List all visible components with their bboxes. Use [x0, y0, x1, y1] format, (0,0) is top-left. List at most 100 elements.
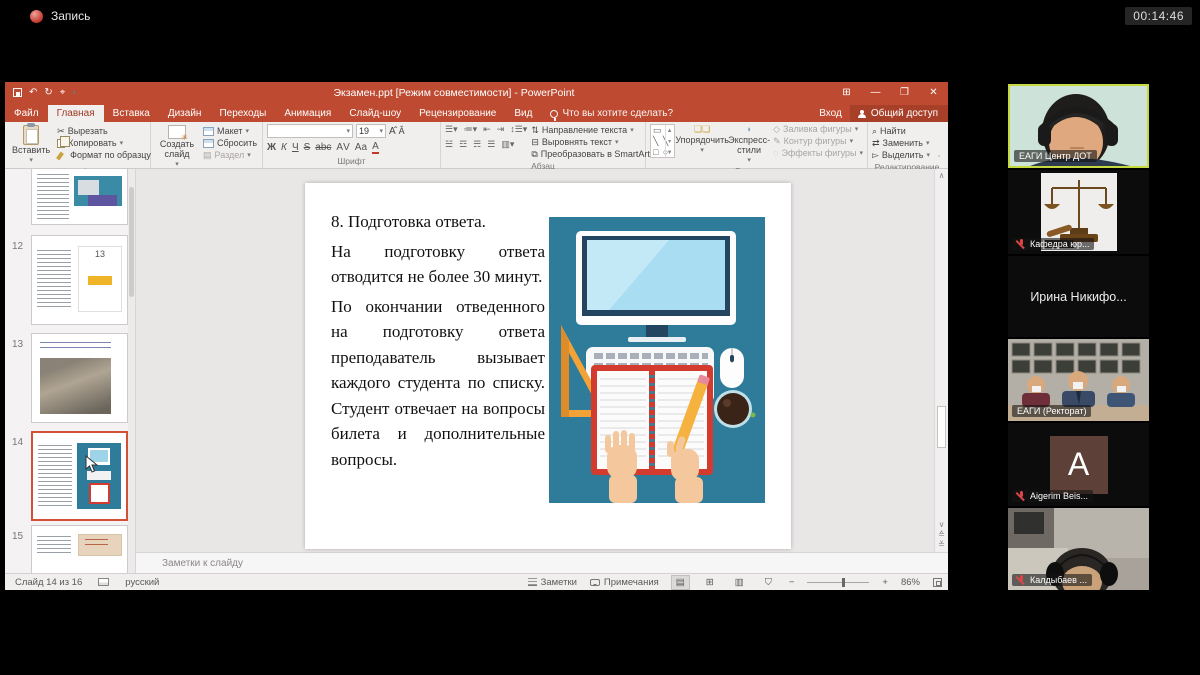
thumbnail-slide-12[interactable]: 13 [31, 235, 128, 325]
tab-review[interactable]: Рецензирование [410, 105, 505, 122]
align-text-button[interactable]: ⊟Выровнять текст▾ [531, 137, 656, 148]
slideshow-button[interactable]: ⛉ [761, 576, 776, 589]
section-button[interactable]: ▤Раздел▾ [203, 150, 257, 161]
tab-slideshow[interactable]: Слайд-шоу [340, 105, 410, 122]
thumbnail-slide-14-selected[interactable] [31, 431, 128, 521]
fit-to-window-icon[interactable] [933, 578, 942, 587]
current-slide[interactable]: 8. Подготовка ответа. На подготовку отве… [305, 183, 791, 549]
align-right-button[interactable]: ☴ [473, 139, 481, 150]
vertical-scrollbar[interactable]: ∧ ∨ ≙ ≚ [934, 169, 948, 552]
shape-effects-button[interactable]: ◌Эффекты фигуры▾ [773, 148, 863, 159]
tab-home[interactable]: Главная [48, 105, 104, 122]
columns-button[interactable]: ▥▾ [501, 139, 514, 150]
kerning-button[interactable]: АV [336, 142, 349, 153]
font-name-combo[interactable]: ▾ [267, 124, 353, 138]
participant-tile-kafedra[interactable]: Кафедра юр... [1008, 170, 1149, 254]
slide-sorter-view-button[interactable]: ⊞ [702, 576, 718, 589]
title-bar[interactable]: ↶ ↻ ⌖ ▾ Экзамен.ppt [Режим совместимости… [5, 82, 948, 103]
shrink-font-button[interactable]: А̌ [399, 126, 405, 136]
close-icon[interactable]: ✕ [919, 82, 948, 103]
participant-tile-aigerim[interactable]: A Aigerim Beis... [1008, 423, 1149, 506]
quick-access-toolbar[interactable]: ↶ ↻ ⌖ ▾ [5, 87, 76, 98]
tab-file[interactable]: Файл [5, 105, 48, 122]
bullets-button[interactable]: ☰▾ [445, 124, 458, 135]
tab-view[interactable]: Вид [505, 105, 541, 122]
share-button[interactable]: Общий доступ [850, 105, 948, 122]
save-icon[interactable] [13, 88, 22, 97]
notes-toggle[interactable]: Заметки [528, 577, 577, 588]
minimize-icon[interactable]: — [861, 82, 890, 103]
smartart-button[interactable]: ⧉Преобразовать в SmartArt▾ [531, 149, 656, 160]
ribbon-options-icon[interactable]: ⊞ [832, 82, 861, 103]
next-slide-icon[interactable]: ≚ [935, 540, 948, 550]
participant-tile-eagi-dot[interactable]: ЕАГИ Центр ДОТ [1008, 84, 1149, 168]
new-slide-button[interactable]: Создать слайд▾ [155, 124, 199, 169]
comments-toggle[interactable]: Примечания [590, 577, 659, 588]
restore-icon[interactable]: ❐ [890, 82, 919, 103]
previous-slide-icon[interactable]: ≙ [935, 530, 948, 540]
grow-font-button[interactable]: А̂ [389, 126, 396, 137]
shapes-gallery[interactable]: ▭ ╲ ╲ □ ○ □ △ ⌒ ⌒ ⇨ ⇩ ◠ ☆ ▲▾▼ [650, 124, 675, 158]
scrollbar-thumb[interactable] [937, 406, 946, 448]
font-color-button[interactable]: А [372, 141, 379, 154]
language-label[interactable]: русский [125, 577, 159, 588]
touch-mode-icon[interactable]: ⌖ [60, 87, 66, 98]
thumbnail-slide-13[interactable] [31, 333, 128, 423]
tab-transitions[interactable]: Переходы [210, 105, 275, 122]
zoom-out-button[interactable]: − [789, 577, 795, 588]
participant-tile-irina[interactable]: Ирина Никифо... [1008, 256, 1149, 337]
align-center-button[interactable]: ☲ [459, 139, 467, 150]
underline-button[interactable]: Ч [292, 142, 299, 153]
tab-animations[interactable]: Анимация [275, 105, 340, 122]
window-controls[interactable]: ⊞ — ❐ ✕ [832, 82, 948, 103]
select-button[interactable]: ▻Выделить▾ [872, 150, 942, 161]
reset-button[interactable]: Сбросить [203, 138, 257, 149]
thumbnail-slide-11[interactable] [31, 169, 128, 225]
participant-tile-kaldybaev[interactable]: Калдыбаев ... [1008, 508, 1149, 590]
scroll-down-icon[interactable]: ∨ [935, 520, 948, 530]
notes-pane[interactable]: Заметки к слайду [136, 552, 948, 573]
shapes-scroll[interactable]: ▲▾▼ [665, 125, 674, 157]
cut-button[interactable]: ✂Вырезать [57, 126, 151, 137]
normal-view-button[interactable]: ▤ [672, 576, 689, 589]
collapse-ribbon-icon[interactable]: ＾ [935, 155, 943, 166]
qat-dropdown-icon[interactable]: ▾ [72, 89, 76, 97]
justify-button[interactable]: ☰ [487, 139, 495, 150]
layout-button[interactable]: Макет▾ [203, 126, 257, 137]
zoom-level[interactable]: 86% [901, 577, 920, 588]
quick-styles-button[interactable]: ◗ Экспресс- стили▾ [729, 124, 769, 165]
strikethrough-button[interactable]: S [304, 142, 311, 153]
bold-button[interactable]: Ж [267, 142, 276, 153]
numbering-button[interactable]: ≔▾ [464, 124, 478, 135]
clear-format-button[interactable]: abc [315, 142, 331, 153]
redo-icon[interactable]: ↻ [44, 87, 52, 98]
thumbnail-slide-15[interactable] [31, 525, 128, 573]
shape-fill-button[interactable]: ◇Заливка фигуры▾ [773, 124, 863, 135]
slide-canvas[interactable]: 8. Подготовка ответа. На подготовку отве… [136, 169, 948, 552]
sign-in-button[interactable]: Вход [811, 105, 850, 122]
tell-me-box[interactable]: Что вы хотите сделать? [541, 105, 682, 122]
indent-increase-button[interactable]: ⇥ [497, 124, 505, 135]
replace-button[interactable]: ⇄Заменить▾ [872, 138, 942, 149]
indent-decrease-button[interactable]: ⇤ [483, 124, 491, 135]
align-left-button[interactable]: ☱ [445, 139, 453, 150]
zoom-slider[interactable] [807, 582, 869, 583]
copy-button[interactable]: Копировать▾ [57, 138, 151, 149]
change-case-button[interactable]: Аа [355, 142, 367, 153]
find-button[interactable]: ⌕Найти [872, 126, 942, 137]
paste-button[interactable]: Вставить▾ [9, 124, 53, 166]
tab-design[interactable]: Дизайн [159, 105, 211, 122]
line-spacing-button[interactable]: ↕☰▾ [510, 124, 527, 135]
participant-tile-rektorat[interactable]: ЕАГИ (Ректорат) [1008, 339, 1149, 421]
shape-outline-button[interactable]: ✎Контур фигуры▾ [773, 136, 863, 147]
tab-insert[interactable]: Вставка [104, 105, 159, 122]
arrange-button[interactable]: ❏❏ Упорядочить▾ [679, 124, 725, 155]
font-size-combo[interactable]: 19▾ [356, 124, 386, 138]
italic-button[interactable]: К [281, 142, 287, 153]
format-painter-button[interactable]: Формат по образцу [57, 150, 151, 161]
thumbnail-scrollbar[interactable] [128, 169, 135, 573]
undo-icon[interactable]: ↶ [29, 87, 37, 98]
reading-view-button[interactable]: ▥ [731, 576, 748, 589]
zoom-in-button[interactable]: + [882, 577, 888, 588]
slide-text-block[interactable]: 8. Подготовка ответа. На подготовку отве… [331, 209, 545, 476]
